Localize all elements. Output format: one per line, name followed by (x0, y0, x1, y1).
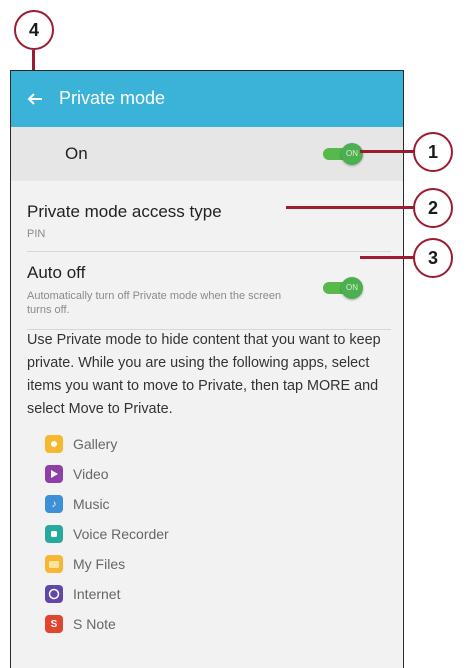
auto-off-description: Automatically turn off Private mode when… (27, 289, 327, 317)
title-bar: Private mode (11, 71, 403, 127)
phone-screen: Private mode On ON Private mode access t… (10, 70, 404, 668)
app-item-internet: Internet (45, 579, 169, 609)
internet-icon (45, 585, 63, 603)
callout-3: 3 (413, 238, 453, 278)
app-name: Music (73, 496, 110, 512)
app-name: Internet (73, 586, 121, 602)
private-mode-info-text: Use Private mode to hide content that yo… (27, 332, 381, 417)
video-icon (45, 465, 63, 483)
back-button[interactable] (23, 87, 47, 111)
callout-4: 4 (14, 10, 54, 50)
auto-off-description-line2: turns off. (27, 304, 70, 316)
app-item-gallery: Gallery (45, 429, 169, 459)
on-label: On (65, 144, 88, 163)
page-title: Private mode (59, 88, 166, 108)
private-mode-toggle[interactable]: ON (319, 143, 363, 165)
callout-3-leader (360, 256, 416, 259)
app-name: Gallery (73, 436, 118, 452)
gallery-icon (45, 435, 63, 453)
toggle-knob: ON (341, 277, 363, 299)
my-files-icon (45, 555, 63, 573)
music-icon: ♪ (45, 495, 63, 513)
app-list: Gallery Video ♪ Music Voice Recorder My … (45, 429, 169, 639)
arrow-left-icon (27, 93, 42, 105)
callout-1: 1 (413, 132, 453, 172)
app-item-music: ♪ Music (45, 489, 169, 519)
app-item-my-files: My Files (45, 549, 169, 579)
callout-2-leader (286, 206, 416, 209)
app-name: Video (73, 466, 109, 482)
s-note-icon: S (45, 615, 63, 633)
auto-off-title: Auto off (27, 263, 86, 282)
app-name: S Note (73, 616, 116, 632)
callout-1-leader (360, 150, 416, 153)
app-item-voice-recorder: Voice Recorder (45, 519, 169, 549)
auto-off-description-line1: Automatically turn off Private mode when… (27, 290, 282, 302)
app-name: Voice Recorder (73, 526, 169, 542)
access-type-row[interactable]: Private mode access type PIN (11, 181, 403, 251)
callout-2: 2 (413, 188, 453, 228)
auto-off-row[interactable]: Auto off Automatically turn off Private … (11, 252, 403, 328)
voice-recorder-icon (45, 525, 63, 543)
toggle-knob: ON (341, 143, 363, 165)
app-item-s-note: S S Note (45, 609, 169, 639)
access-type-title: Private mode access type (27, 202, 222, 221)
auto-off-toggle[interactable]: ON (319, 277, 363, 299)
access-type-value: PIN (27, 228, 46, 240)
private-mode-on-row[interactable]: On ON (11, 127, 403, 181)
app-item-video: Video (45, 459, 169, 489)
app-name: My Files (73, 556, 126, 572)
